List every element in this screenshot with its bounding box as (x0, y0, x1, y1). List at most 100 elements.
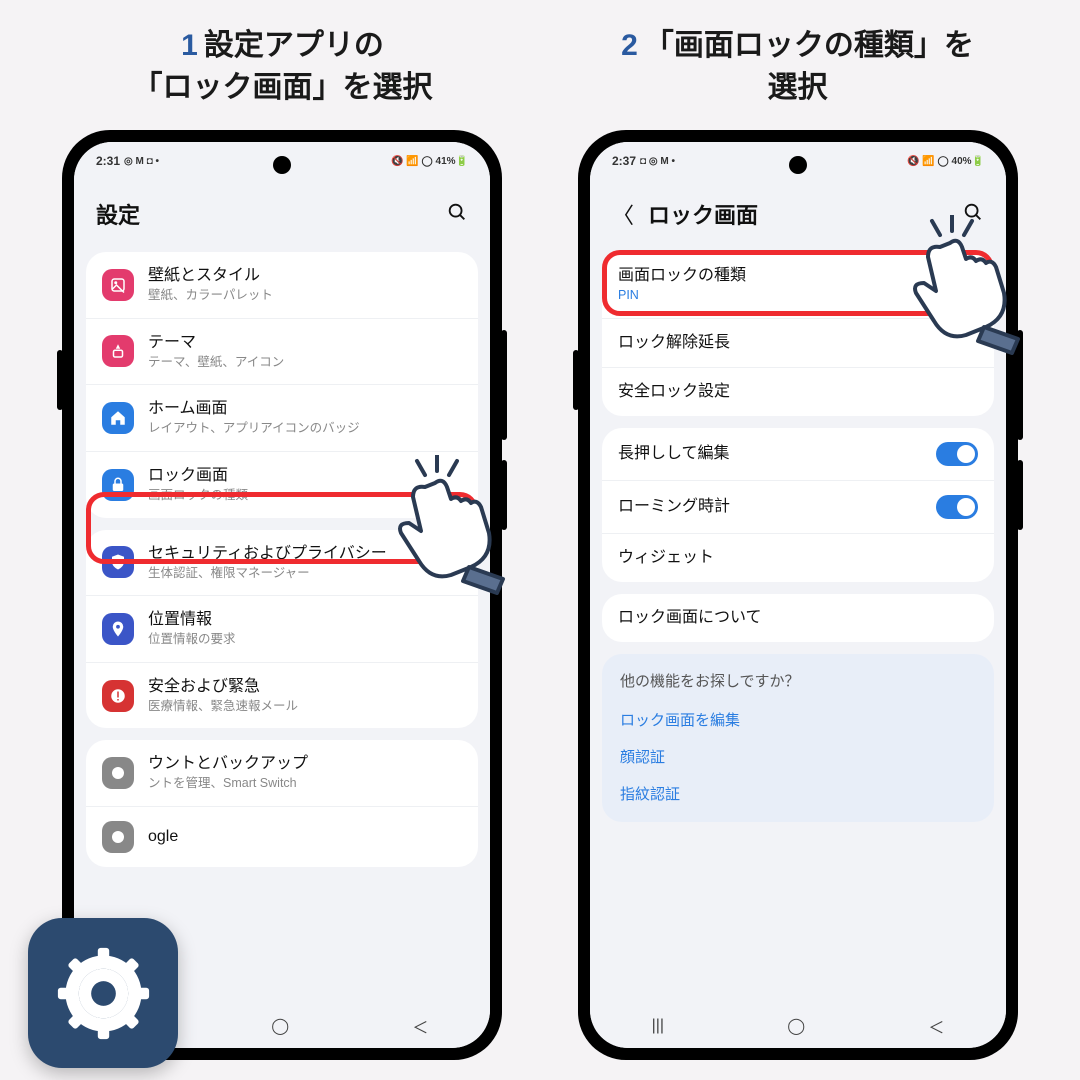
list-item-sub: 位置情報の要求 (148, 632, 462, 648)
list-item-title: テーマ (148, 333, 462, 353)
theme-icon (102, 335, 134, 367)
nav-back[interactable]: ＜ (412, 1014, 428, 1038)
search-icon[interactable] (962, 201, 984, 228)
list-item-title: ロック画面 (148, 466, 462, 486)
list-item[interactable]: 長押しして編集 (602, 428, 994, 481)
phone-power-button (501, 460, 507, 530)
toggle-switch[interactable] (936, 442, 978, 466)
also-link[interactable]: 指紋認証 (620, 775, 976, 812)
list-item[interactable]: ウントとバックアップントを管理、Smart Switch (86, 740, 478, 807)
settings-group: ロック画面について (602, 594, 994, 642)
camera-hole (273, 156, 291, 174)
status-right-icons: 🔇 📶 ◯ 41%🔋 (391, 156, 468, 167)
phone-frame-2: 2:37 ◘ ◎ M • 🔇 📶 ◯ 40%🔋 〈 ロック画面 画面ロックの種類… (578, 130, 1018, 1060)
phone-screen: 2:31 ◎ M ◘ • 🔇 📶 ◯ 41%🔋 設定 壁紙とスタイル壁紙、カラー… (74, 142, 490, 1048)
list-item-title: 安全ロック設定 (618, 382, 978, 402)
list-item[interactable]: 壁紙とスタイル壁紙、カラーパレット (86, 252, 478, 319)
step-text-1: 設定アプリの (204, 29, 384, 62)
list-item-title: セキュリティおよびプライバシー (148, 544, 462, 564)
list-item-sub: 画面ロックの種類 (148, 488, 462, 504)
lock-icon (102, 469, 134, 501)
list-item-sub: 生体認証、権限マネージャー (148, 566, 462, 582)
list-item-sub: ントを管理、Smart Switch (148, 776, 462, 792)
list-item-sub: テーマ、壁紙、アイコン (148, 355, 462, 371)
list-item[interactable]: 安全ロック設定 (602, 368, 994, 416)
list-item[interactable]: 位置情報位置情報の要求 (86, 596, 478, 663)
nav-home[interactable]: ◯ (271, 1016, 289, 1036)
toggle-switch[interactable] (936, 495, 978, 519)
list-item[interactable]: セキュリティおよびプライバシー生体認証、権限マネージャー (86, 530, 478, 597)
list-item-sub: PIN (618, 288, 978, 304)
account-icon (102, 757, 134, 789)
list-item[interactable]: ロック解除延長 (602, 319, 994, 368)
camera-hole (789, 156, 807, 174)
gear-icon (56, 946, 151, 1041)
phone-volume-button (1017, 330, 1023, 440)
list-item[interactable]: ローミング時計 (602, 481, 994, 534)
also-looking-card: 他の機能をお探しですか？ ロック画面を編集顔認証指紋認証 (602, 654, 994, 822)
settings-group: セキュリティおよびプライバシー生体認証、権限マネージャー位置情報位置情報の要求安… (86, 530, 478, 729)
list-item[interactable]: 画面ロックの種類 PIN (602, 252, 994, 319)
also-link[interactable]: ロック画面を編集 (620, 701, 976, 738)
phone-screen: 2:37 ◘ ◎ M • 🔇 📶 ◯ 40%🔋 〈 ロック画面 画面ロックの種類… (590, 142, 1006, 1048)
nav-bar: ||| ◯ ＜ (590, 1004, 1006, 1048)
list-item[interactable]: ホーム画面レイアウト、アプリアイコンのバッジ (86, 385, 478, 452)
step-2-title: 2「画面ロックの種類」を 選択 (555, 25, 1040, 109)
back-icon[interactable]: 〈 (612, 198, 634, 230)
step-text-1: 「画面ロックの種類」を (644, 29, 974, 62)
step-number: 2 (621, 29, 638, 62)
list-item-sub: 医療情報、緊急速報メール (148, 699, 462, 715)
home-icon (102, 402, 134, 434)
step-text-2: 「ロック画面」を選択 (133, 71, 433, 104)
settings-app-icon (28, 918, 178, 1068)
app-header: 〈 ロック画面 (590, 180, 1006, 244)
list-item-title: 画面ロックの種類 (618, 266, 978, 286)
list-item-title: ロック解除延長 (618, 333, 978, 353)
list-item[interactable]: ロック画面について (602, 594, 994, 642)
settings-group: 画面ロックの種類 PIN ロック解除延長安全ロック設定 (602, 252, 994, 416)
list-item[interactable]: ウィジェット (602, 534, 994, 582)
image-icon (102, 269, 134, 301)
nav-back[interactable]: ＜ (928, 1014, 944, 1038)
page-title: ロック画面 (648, 198, 758, 230)
page-title: 設定 (96, 198, 140, 230)
also-link[interactable]: 顔認証 (620, 738, 976, 775)
list-item-title: ウィジェット (618, 548, 978, 568)
status-time: 2:31 (96, 154, 120, 168)
step-number: 1 (181, 29, 198, 62)
location-icon (102, 613, 134, 645)
status-left-icons: ◎ M ◘ • (124, 156, 159, 167)
list-item-title: 位置情報 (148, 610, 462, 630)
list-item-title: 安全および緊急 (148, 677, 462, 697)
list-item-title: ロック画面について (618, 608, 978, 628)
settings-group: 長押しして編集ローミング時計ウィジェット (602, 428, 994, 582)
phone-power-button (1017, 460, 1023, 530)
status-time: 2:37 (612, 154, 636, 168)
list-item[interactable]: テーマテーマ、壁紙、アイコン (86, 319, 478, 386)
list-item-title: ホーム画面 (148, 399, 462, 419)
phone-volume-button (501, 330, 507, 440)
google-icon (102, 821, 134, 853)
settings-group: ウントとバックアップントを管理、Smart Switch ogle (86, 740, 478, 867)
list-item-sub: レイアウト、アプリアイコンのバッジ (148, 421, 462, 437)
step-text-2: 選択 (768, 71, 828, 104)
nav-recent[interactable]: ||| (652, 1017, 664, 1035)
phone-side-button (573, 350, 579, 410)
status-left-icons: ◘ ◎ M • (640, 156, 675, 167)
list-item-title: ogle (148, 827, 462, 847)
shield-icon (102, 546, 134, 578)
settings-group: 壁紙とスタイル壁紙、カラーパレットテーマテーマ、壁紙、アイコンホーム画面レイアウ… (86, 252, 478, 518)
status-right-icons: 🔇 📶 ◯ 40%🔋 (907, 156, 984, 167)
nav-home[interactable]: ◯ (787, 1016, 805, 1036)
list-item[interactable]: ロック画面画面ロックの種類 (86, 452, 478, 518)
list-item-title: ウントとバックアップ (148, 754, 462, 774)
list-item-title: ローミング時計 (618, 497, 922, 517)
list-item[interactable]: ogle (86, 807, 478, 867)
list-item-title: 長押しして編集 (618, 444, 922, 464)
list-item-title: 壁紙とスタイル (148, 266, 462, 286)
phone-side-button (57, 350, 63, 410)
search-icon[interactable] (446, 201, 468, 228)
step-1-title: 1設定アプリの 「ロック画面」を選択 (40, 25, 525, 109)
list-item-sub: 壁紙、カラーパレット (148, 288, 462, 304)
list-item[interactable]: 安全および緊急医療情報、緊急速報メール (86, 663, 478, 729)
